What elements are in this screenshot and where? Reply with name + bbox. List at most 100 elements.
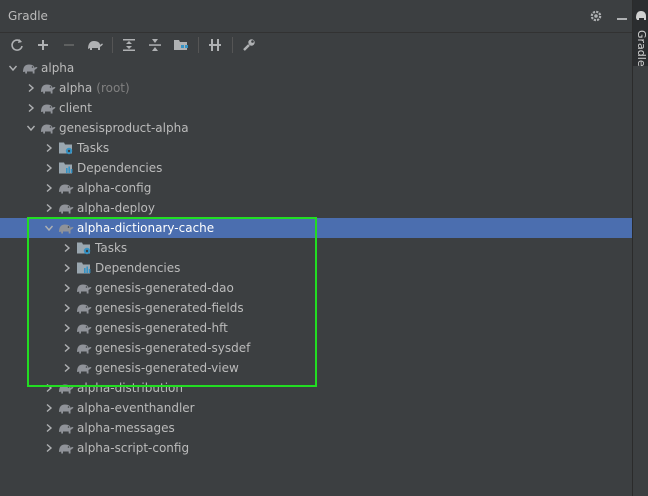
- side-tab-label: Gradle: [635, 30, 648, 67]
- chevron-right-icon[interactable]: [60, 241, 74, 255]
- dependencies-icon: [76, 260, 92, 276]
- right-tool-stripe: Gradle: [632, 0, 648, 496]
- tree-row-label: Tasks: [95, 241, 128, 255]
- tree-row[interactable]: alpha-dictionary-cache: [0, 218, 632, 238]
- chevron-right-icon[interactable]: [42, 201, 56, 215]
- chevron-right-icon[interactable]: [42, 401, 56, 415]
- tree-row-label: alpha-eventhandler: [77, 401, 195, 415]
- collapse-all-icon[interactable]: [144, 34, 166, 56]
- tree-row[interactable]: alpha-config: [0, 178, 632, 198]
- add-icon[interactable]: [32, 34, 54, 56]
- tree-row[interactable]: alpha (root): [0, 78, 632, 98]
- chevron-right-icon[interactable]: [42, 161, 56, 175]
- tree-row[interactable]: Tasks: [0, 138, 632, 158]
- group-modules-icon[interactable]: [170, 34, 192, 56]
- tree-row-label: genesis-generated-dao: [95, 281, 234, 295]
- chevron-right-icon[interactable]: [60, 281, 74, 295]
- gradle-toolbar: [0, 32, 632, 56]
- tree-row[interactable]: genesis-generated-fields: [0, 298, 632, 318]
- refresh-icon[interactable]: [6, 34, 28, 56]
- remove-icon[interactable]: [58, 34, 80, 56]
- dependencies-icon: [58, 160, 74, 176]
- tree-row[interactable]: alpha-messages: [0, 418, 632, 438]
- gradle-tool-window: Gradle alpha alpha (root) client genesis…: [0, 0, 632, 496]
- tree-row-label: alpha-dictionary-cache: [77, 221, 215, 235]
- tree-row[interactable]: alpha: [0, 58, 632, 78]
- elephant-icon: [76, 320, 92, 336]
- tree-row-label: genesis-generated-fields: [95, 301, 244, 315]
- tree-row-label: alpha-distribution: [77, 381, 183, 395]
- expand-all-icon[interactable]: [118, 34, 140, 56]
- tree-row-label: Dependencies: [77, 161, 163, 175]
- chevron-right-icon[interactable]: [42, 141, 56, 155]
- chevron-down-icon[interactable]: [6, 61, 20, 75]
- tree-row[interactable]: genesis-generated-hft: [0, 318, 632, 338]
- tree-row-label: Tasks: [77, 141, 110, 155]
- chevron-right-icon[interactable]: [60, 361, 74, 375]
- elephant-icon: [76, 360, 92, 376]
- chevron-right-icon[interactable]: [42, 181, 56, 195]
- tree-row[interactable]: alpha-distribution: [0, 378, 632, 398]
- elephant-icon: [40, 100, 56, 116]
- hide-minimize-icon[interactable]: [612, 6, 632, 26]
- elephant-icon[interactable]: [84, 34, 106, 56]
- tree-row[interactable]: alpha-deploy: [0, 198, 632, 218]
- header-actions: [586, 6, 632, 26]
- chevron-right-icon[interactable]: [60, 341, 74, 355]
- settings-wrench-icon[interactable]: [238, 34, 260, 56]
- elephant-icon: [40, 120, 56, 136]
- tree-row-label: genesis-generated-sysdef: [95, 341, 251, 355]
- elephant-icon: [58, 420, 74, 436]
- tree-row[interactable]: Tasks: [0, 238, 632, 258]
- tree-row[interactable]: alpha-script-config: [0, 438, 632, 458]
- tree-row-label: alpha-deploy: [77, 201, 155, 215]
- settings-gear-icon[interactable]: [586, 6, 606, 26]
- tree-row[interactable]: Dependencies: [0, 258, 632, 278]
- elephant-icon: [58, 200, 74, 216]
- tree-row-label: genesisproduct-alpha: [59, 121, 189, 135]
- chevron-right-icon[interactable]: [42, 421, 56, 435]
- toolbar-separator: [112, 36, 113, 53]
- elephant-icon: [76, 340, 92, 356]
- chevron-down-icon[interactable]: [24, 121, 38, 135]
- toolbar-separator: [198, 36, 199, 53]
- chevron-right-icon[interactable]: [24, 101, 38, 115]
- chevron-right-icon[interactable]: [24, 81, 38, 95]
- chevron-right-icon[interactable]: [42, 441, 56, 455]
- tree-row[interactable]: genesis-generated-sysdef: [0, 338, 632, 358]
- chevron-right-icon[interactable]: [42, 381, 56, 395]
- tool-window-header: Gradle: [0, 0, 632, 32]
- tasks-folder-icon: [58, 140, 74, 156]
- tool-window-title: Gradle: [8, 9, 48, 23]
- toggle-offline-icon[interactable]: [204, 34, 226, 56]
- tree-row-sublabel: (root): [96, 81, 130, 95]
- elephant-icon: [76, 300, 92, 316]
- elephant-icon: [58, 180, 74, 196]
- tree-row[interactable]: client: [0, 98, 632, 118]
- tasks-folder-icon: [76, 240, 92, 256]
- elephant-icon: [40, 80, 56, 96]
- elephant-icon: [76, 280, 92, 296]
- tree-row-label: alpha: [59, 81, 93, 95]
- gradle-project-tree: alpha alpha (root) client genesisproduct-alp…: [0, 58, 632, 496]
- tree-row[interactable]: Dependencies: [0, 158, 632, 178]
- chevron-right-icon[interactable]: [60, 321, 74, 335]
- tree-row-label: Dependencies: [95, 261, 181, 275]
- elephant-icon: [58, 220, 74, 236]
- tree-row[interactable]: alpha-eventhandler: [0, 398, 632, 418]
- tree-row-label: genesis-generated-hft: [95, 321, 228, 335]
- chevron-down-icon[interactable]: [42, 221, 56, 235]
- tree-row-label: genesis-generated-view: [95, 361, 239, 375]
- elephant-icon: [22, 60, 38, 76]
- tree-row-label: alpha-messages: [77, 421, 175, 435]
- chevron-right-icon[interactable]: [60, 261, 74, 275]
- tree-row[interactable]: genesis-generated-dao: [0, 278, 632, 298]
- gradle-side-tab[interactable]: Gradle: [633, 0, 648, 67]
- tree-row[interactable]: genesisproduct-alpha: [0, 118, 632, 138]
- elephant-icon: [58, 380, 74, 396]
- chevron-right-icon[interactable]: [60, 301, 74, 315]
- tree-row-label: alpha-script-config: [77, 441, 190, 455]
- tree-row-label: client: [59, 101, 92, 115]
- tree-row[interactable]: genesis-generated-view: [0, 358, 632, 378]
- toolbar-separator: [232, 36, 233, 53]
